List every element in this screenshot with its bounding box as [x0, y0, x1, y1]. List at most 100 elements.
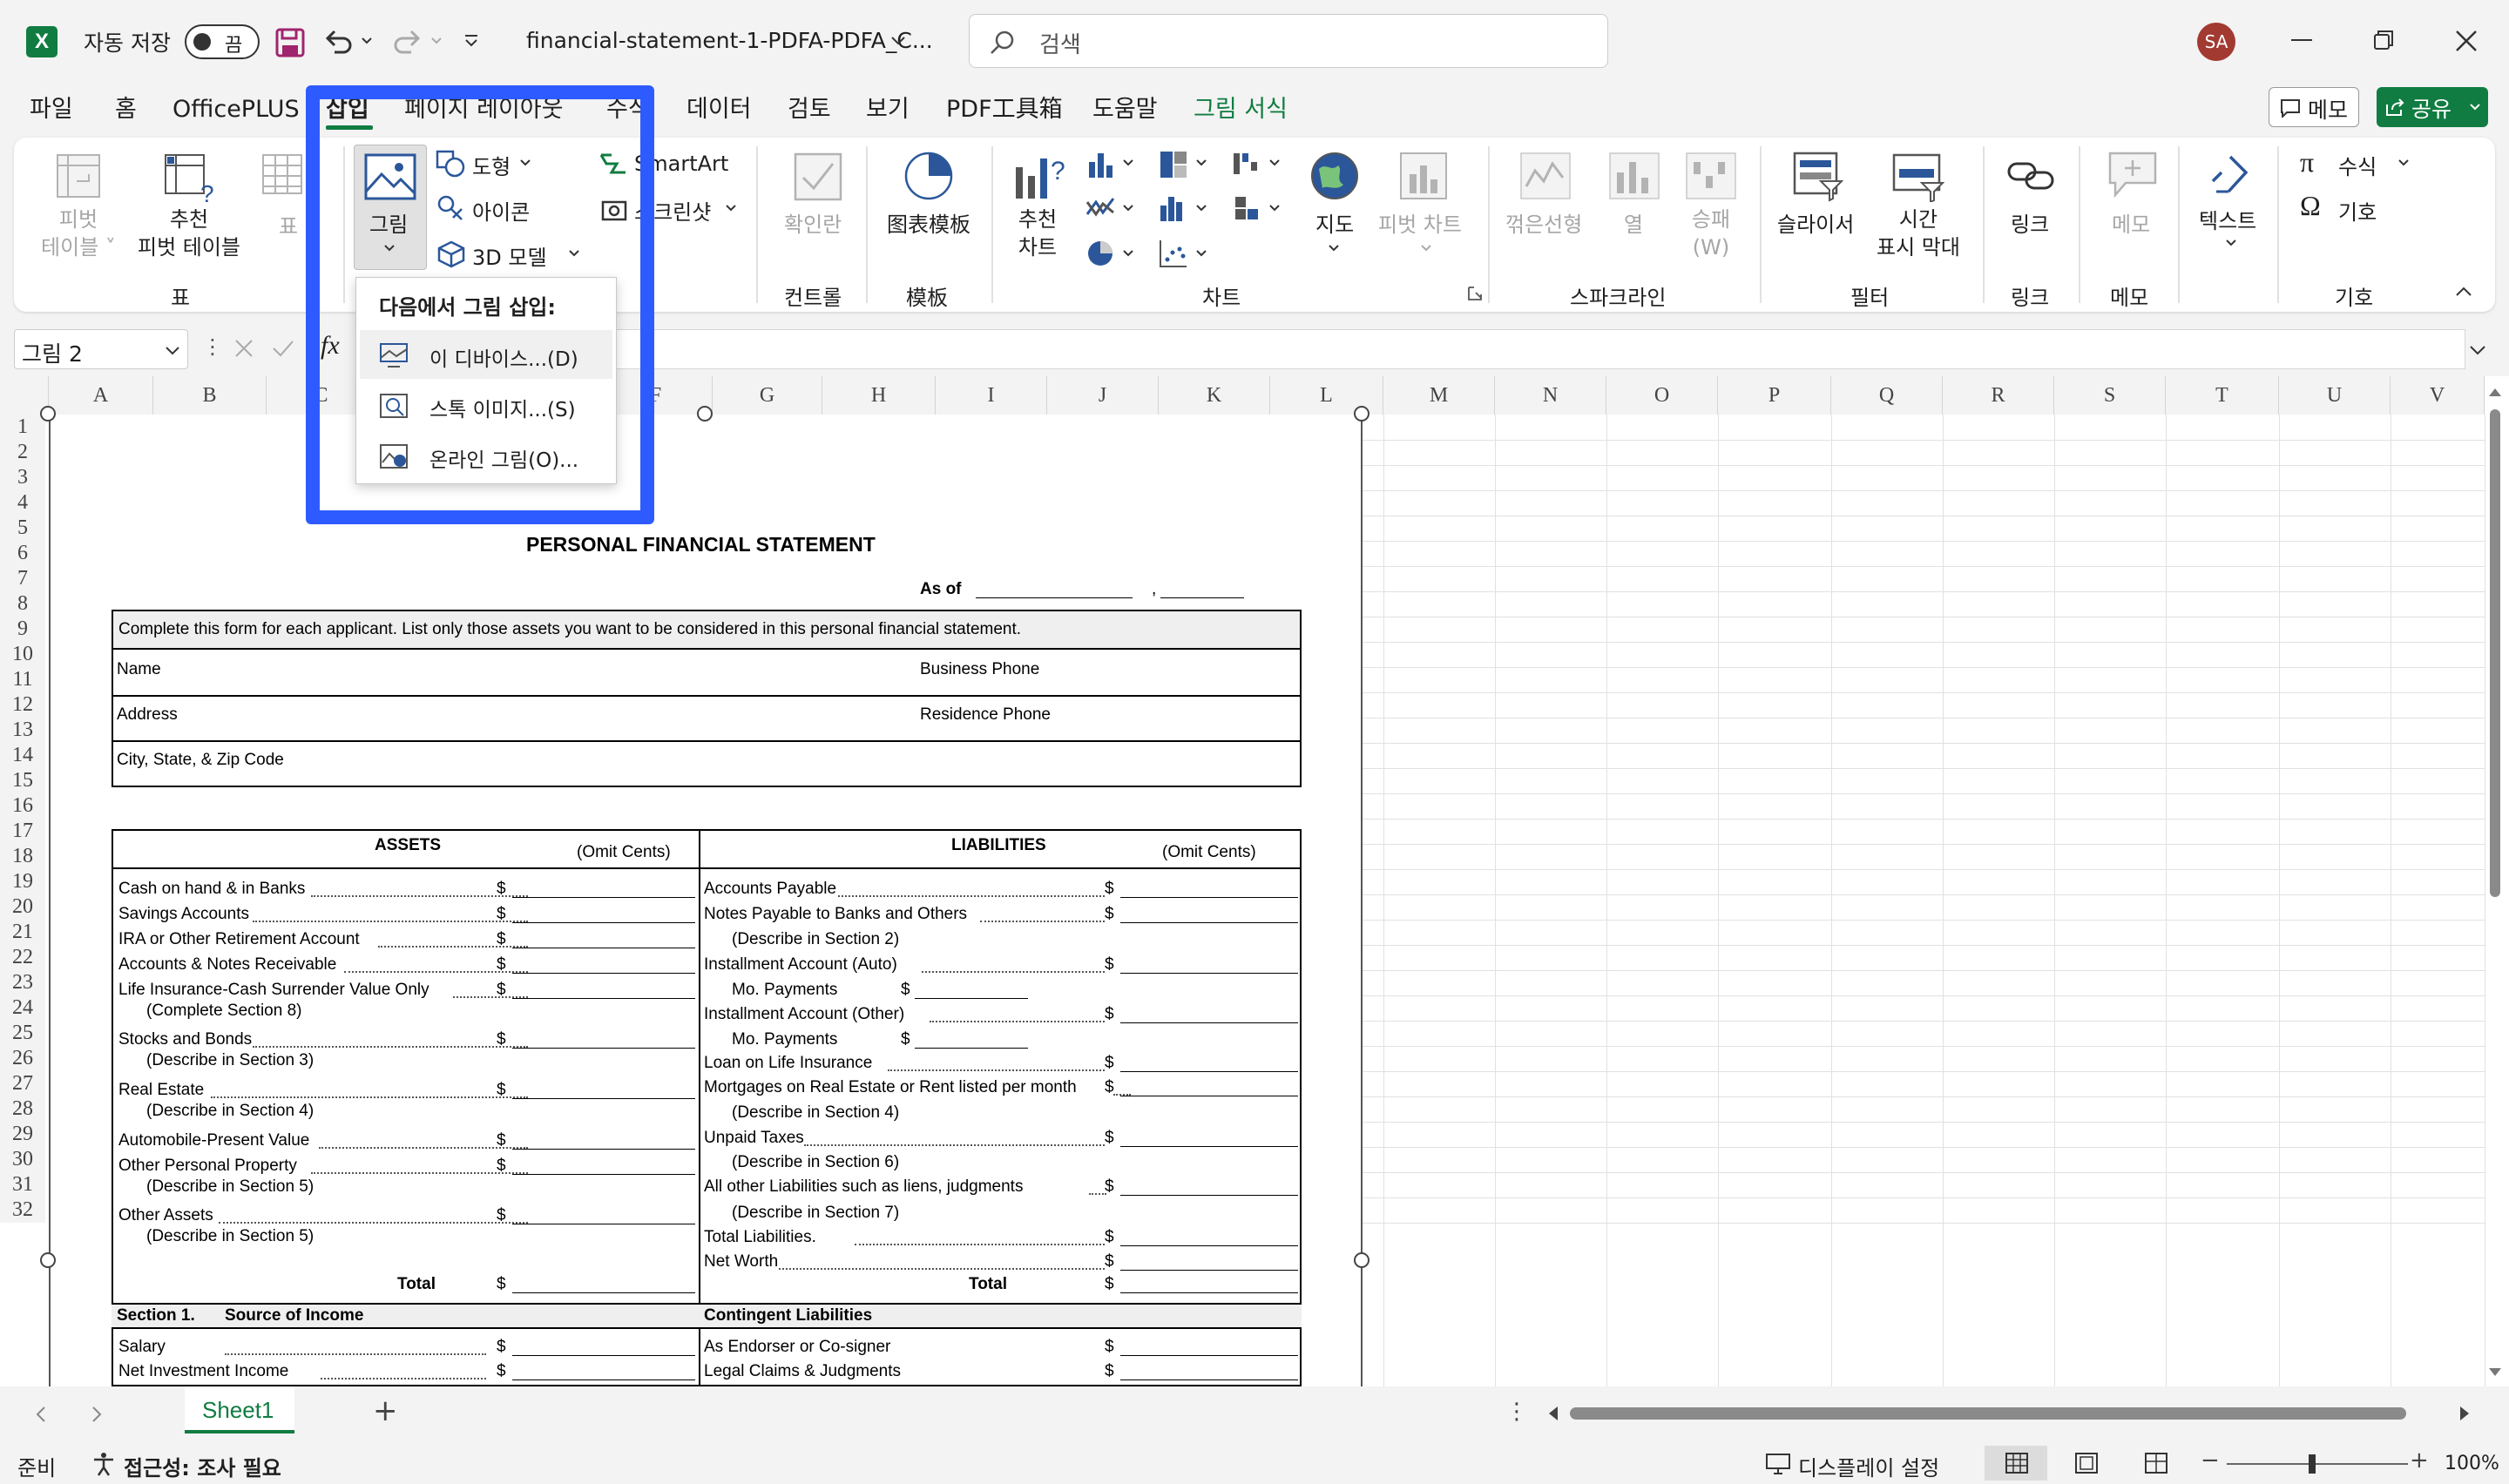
undo-icon[interactable]: [322, 26, 354, 57]
row-header-16[interactable]: 16: [0, 793, 45, 819]
row-header-17[interactable]: 17: [0, 819, 45, 844]
checkbox-control-icon[interactable]: [793, 152, 843, 202]
scroll-left-icon[interactable]: [1547, 1406, 1559, 1421]
tab-view[interactable]: 보기: [866, 84, 910, 136]
link-label[interactable]: 링크: [2011, 207, 2049, 238]
tab-home[interactable]: 홈: [115, 84, 137, 136]
resize-handle[interactable]: [1354, 1252, 1369, 1268]
display-settings-icon[interactable]: [1765, 1453, 1791, 1475]
row-header-21[interactable]: 21: [0, 920, 45, 945]
row-header-13[interactable]: 13: [0, 718, 45, 743]
tab-pdf-tools[interactable]: PDF工具箱: [946, 84, 1063, 136]
pivot-table-label[interactable]: 피벗 테이블 ˅: [26, 206, 131, 261]
column-header-H[interactable]: H: [822, 376, 936, 415]
undo-dropdown-icon[interactable]: [361, 37, 373, 45]
new-comment-label[interactable]: 메모: [2112, 207, 2150, 238]
text-icon[interactable]: [2204, 148, 2258, 200]
tab-officeplus[interactable]: OfficePLUS: [172, 84, 300, 136]
name-box[interactable]: 그림 2: [14, 329, 188, 369]
file-name[interactable]: financial-statement-1-PDFA-PDFA_C...: [526, 28, 933, 53]
column-header-Q[interactable]: Q: [1831, 376, 1943, 415]
waterfall-chart-dropdown-icon[interactable]: [1268, 159, 1281, 167]
prev-sheet-icon[interactable]: [35, 1406, 47, 1423]
column-header-N[interactable]: N: [1495, 376, 1606, 415]
column-header-B[interactable]: B: [153, 376, 267, 415]
column-header-P[interactable]: P: [1718, 376, 1831, 415]
tab-file[interactable]: 파일: [30, 84, 73, 136]
redo-icon[interactable]: [392, 26, 423, 57]
tab-picture-format[interactable]: 그림 서식: [1194, 84, 1288, 136]
table-label[interactable]: 표: [279, 209, 298, 239]
text-dropdown-icon[interactable]: [2225, 239, 2237, 247]
minimize-icon[interactable]: [2291, 38, 2312, 42]
save-icon[interactable]: [275, 28, 305, 57]
tab-help[interactable]: 도움말: [1092, 84, 1158, 136]
sparkline-winloss-icon[interactable]: [1685, 152, 1737, 200]
line-chart-dropdown-icon[interactable]: [1122, 204, 1134, 212]
charts-dialog-launcher-icon[interactable]: [1467, 286, 1483, 301]
column-header-T[interactable]: T: [2166, 376, 2279, 415]
scroll-up-icon[interactable]: [2488, 387, 2502, 397]
omega-symbol-icon[interactable]: Ω: [2300, 190, 2321, 222]
combo-chart-icon[interactable]: [1232, 193, 1261, 223]
column-header-J[interactable]: J: [1047, 376, 1159, 415]
hierarchy-chart-icon[interactable]: [1159, 150, 1188, 179]
equation-icon[interactable]: π: [2300, 146, 2314, 179]
table-icon[interactable]: [261, 152, 303, 200]
row-header-31[interactable]: 31: [0, 1172, 45, 1197]
row-header-28[interactable]: 28: [0, 1096, 45, 1122]
hierarchy-chart-dropdown-icon[interactable]: [1195, 159, 1207, 167]
scatter-chart-dropdown-icon[interactable]: [1195, 249, 1207, 258]
row-header-30[interactable]: 30: [0, 1147, 45, 1172]
normal-view-button[interactable]: [1985, 1446, 2047, 1481]
column-header-V[interactable]: V: [2391, 376, 2485, 415]
row-header-3[interactable]: 3: [0, 465, 45, 490]
accessibility-icon[interactable]: [91, 1451, 117, 1477]
row-header-25[interactable]: 25: [0, 1021, 45, 1046]
row-header-14[interactable]: 14: [0, 743, 45, 768]
sparkline-line-label[interactable]: 꺾은선형: [1505, 207, 1582, 238]
vertical-scroll-thumb[interactable]: [2490, 409, 2500, 897]
recommended-charts-icon[interactable]: ?: [1012, 150, 1066, 202]
add-sheet-icon[interactable]: +: [373, 1393, 398, 1428]
resize-handle[interactable]: [40, 1252, 56, 1268]
pie-chart-dropdown-icon[interactable]: [1122, 249, 1134, 258]
row-header-20[interactable]: 20: [0, 894, 45, 920]
slicer-label[interactable]: 슬라이서: [1777, 207, 1854, 238]
tab-data[interactable]: 데이터: [686, 84, 752, 136]
row-header-8[interactable]: 8: [0, 591, 45, 617]
chart-template-icon[interactable]: [903, 150, 955, 202]
zoom-in-icon[interactable]: +: [2410, 1447, 2429, 1474]
autosave-toggle[interactable]: 끔: [185, 24, 260, 59]
row-header-12[interactable]: 12: [0, 692, 45, 718]
search-box[interactable]: 검색: [969, 14, 1608, 68]
column-header-O[interactable]: O: [1606, 376, 1718, 415]
screenshot-dropdown-icon[interactable]: [725, 204, 737, 212]
next-sheet-icon[interactable]: [91, 1406, 103, 1423]
row-header-26[interactable]: 26: [0, 1046, 45, 1071]
zoom-level[interactable]: 100%: [2445, 1453, 2499, 1474]
row-header-27[interactable]: 27: [0, 1071, 45, 1096]
statistic-chart-dropdown-icon[interactable]: [1195, 204, 1207, 212]
tab-review[interactable]: 검토: [788, 84, 831, 136]
row-header-2[interactable]: 2: [0, 440, 45, 465]
page-break-view-icon[interactable]: [2145, 1453, 2167, 1474]
row-header-24[interactable]: 24: [0, 995, 45, 1021]
comments-button[interactable]: 메모: [2269, 87, 2359, 127]
cancel-formula-icon[interactable]: [233, 338, 254, 359]
display-settings-label[interactable]: 디스플레이 설정: [1798, 1451, 1939, 1481]
link-icon[interactable]: [2005, 153, 2058, 197]
share-button[interactable]: 공유: [2377, 87, 2488, 127]
zoom-slider-track[interactable]: [2227, 1463, 2408, 1465]
zoom-slider-thumb[interactable]: [2309, 1454, 2316, 1474]
text-label[interactable]: 텍스트: [2199, 204, 2256, 234]
chart-template-label[interactable]: 图表模板: [887, 207, 970, 238]
row-header-9[interactable]: 9: [0, 617, 45, 642]
tab-options-icon[interactable]: ⋮: [1505, 1399, 1528, 1425]
formula-input[interactable]: [357, 329, 2465, 369]
formula-options-icon[interactable]: ⋮: [202, 334, 223, 359]
column-header-S[interactable]: S: [2054, 376, 2166, 415]
row-header-18[interactable]: 18: [0, 844, 45, 869]
row-header-4[interactable]: 4: [0, 490, 45, 516]
scroll-right-icon[interactable]: [2458, 1406, 2471, 1421]
